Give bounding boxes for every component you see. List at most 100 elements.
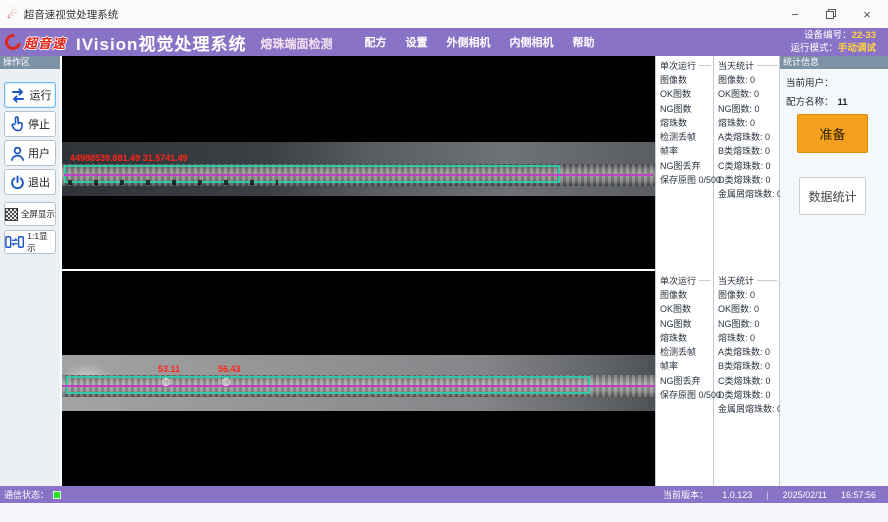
one-to-one-button[interactable]: 1:1显示 (4, 230, 56, 254)
stat-row: NG图数: 0 (714, 317, 779, 331)
stat-row: 熔珠数 (656, 116, 713, 130)
stat-row: 熔珠数 (656, 331, 713, 345)
status-bar: 通信状态： 当前版本： 1.0.123 | 2025/02/11 16:57:5… (0, 486, 888, 503)
stat-row: 金属屑熔珠数: 0 (714, 402, 779, 416)
stats-camera1-daily: 当天统计 图像数: 0 OK图数: 0 NG图数: 0 熔珠数: 0 A类熔珠数… (714, 56, 779, 268)
minimize-button[interactable]: − (784, 5, 806, 23)
stat-row: A类熔珠数: 0 (714, 130, 779, 144)
close-button[interactable]: × (856, 5, 878, 23)
camera2-defect-marker-1 (162, 378, 170, 386)
user-icon (10, 146, 25, 161)
stat-row: C类熔珠数: 0 (714, 159, 779, 173)
os-titlebar: ☄ 超音速视觉处理系统 − × (0, 0, 888, 28)
device-info: 设备编号：22-33 运行模式：手动调试 (790, 29, 888, 55)
stat-row: 图像数: 0 (714, 73, 779, 87)
one-to-one-button-label: 1:1显示 (27, 230, 55, 254)
status-date: 2025/02/11 (783, 490, 827, 500)
statistics-info-panel: 统计信息 当前用户： 配方名称：11 准备 数据统计 (780, 56, 888, 486)
menu-item-outer-camera[interactable]: 外侧相机 (446, 34, 490, 50)
menu-item-settings[interactable]: 设置 (405, 34, 427, 50)
stats-camera2-single-run: 单次运行 图像数 OK图数 NG图数 熔珠数 检测丢帧 帧率 NG图丢弃 保存原… (656, 271, 713, 486)
single-run-title: 单次运行 (656, 271, 713, 288)
stat-row: NG图丢弃 (656, 374, 713, 388)
window-controls: − × (784, 5, 888, 23)
current-user-row: 当前用户： (780, 75, 888, 89)
current-user-label: 当前用户： (786, 78, 834, 89)
stat-row: 保存原图 0/500 (656, 388, 713, 402)
run-button-label: 运行 (30, 87, 52, 103)
user-button[interactable]: 用户 (4, 140, 56, 166)
camera1-measurement-overlay: 44988539.881.49 31.5741.49 (70, 153, 188, 163)
stats-camera2-daily: 当天统计 图像数: 0 OK图数: 0 NG图数: 0 熔珠数: 0 A类熔珠数… (714, 271, 779, 486)
status-time: 16:57:56 (841, 490, 876, 500)
stat-row: C类熔珠数: 0 (714, 374, 779, 388)
stat-row: 熔珠数: 0 (714, 331, 779, 345)
run-button[interactable]: 运行 (4, 82, 56, 108)
comm-status-label: 通信状态： (4, 488, 49, 501)
stat-row: 保存原图 0/500 (656, 173, 713, 187)
recipe-name-row: 配方名称：11 (780, 94, 888, 108)
menu-item-help[interactable]: 帮助 (572, 34, 594, 50)
camera2-measurement-1: 53.11 (158, 364, 180, 374)
stat-row: 帧率 (656, 144, 713, 158)
camera2-defect-marker-2 (222, 378, 230, 386)
brand-swoosh-icon (2, 31, 24, 53)
stat-row: 图像数: 0 (714, 288, 779, 302)
window-title: 超音速视觉处理系统 (24, 7, 119, 22)
stat-row: NG图数: 0 (714, 102, 779, 116)
restore-icon (826, 9, 836, 19)
device-id-value: 22-33 (852, 30, 876, 41)
bottom-strip (0, 503, 888, 522)
app-title: IVision视觉处理系统 (76, 30, 246, 55)
main-menu: 配方 设置 外侧相机 内侧相机 帮助 (364, 34, 594, 50)
stat-row: D类熔珠数: 0 (714, 388, 779, 402)
restore-button[interactable] (820, 5, 842, 23)
stat-row: 金属屑熔珠数: 0 (714, 187, 779, 201)
stats-camera1-single-run: 单次运行 图像数 OK图数 NG图数 熔珠数 检测丢帧 帧率 NG图丢弃 保存原… (656, 56, 713, 268)
hand-stop-icon (10, 116, 25, 132)
camera2-centerline (62, 385, 655, 387)
stop-button[interactable]: 停止 (4, 111, 56, 137)
stat-row: 图像数 (656, 288, 713, 302)
camera1-bead-marks (68, 180, 278, 185)
version-value: 1.0.123 (722, 490, 752, 500)
version-label: 当前版本： (663, 488, 708, 501)
stat-row: B类熔珠数: 0 (714, 359, 779, 373)
prepare-button[interactable]: 准备 (797, 114, 868, 153)
data-statistics-button[interactable]: 数据统计 (799, 177, 866, 215)
app-icon: ☄ (7, 7, 18, 21)
stop-button-label: 停止 (28, 116, 50, 132)
comm-status-indicator (53, 491, 61, 499)
exit-button[interactable]: 退出 (4, 169, 56, 195)
sidebar-title: 操作区 (0, 56, 60, 69)
run-mode-value: 手动调试 (838, 43, 876, 54)
stat-row: 图像数 (656, 73, 713, 87)
app-header: 超音速 IVision视觉处理系统 熔珠端面检测 配方 设置 外侧相机 内侧相机… (0, 28, 888, 56)
app-window: ☄ 超音速视觉处理系统 − × 超音速 IVision视觉处理系统 熔珠端面检测… (0, 0, 888, 522)
stat-row: 熔珠数: 0 (714, 116, 779, 130)
app-subtitle: 熔珠端面检测 (260, 35, 332, 52)
run-cycle-icon (9, 88, 27, 103)
stat-row: OK图数: 0 (714, 302, 779, 316)
fullscreen-button[interactable]: 全屏显示 (4, 202, 56, 226)
stat-row: B类熔珠数: 0 (714, 144, 779, 158)
stat-row: 帧率 (656, 359, 713, 373)
status-bar-right: 当前版本： 1.0.123 | 2025/02/11 16:57:56 (663, 488, 888, 501)
stat-row: NG图数 (656, 102, 713, 116)
stat-row: OK图数: 0 (714, 87, 779, 101)
camera-view-1: 44988539.881.49 31.5741.49 (62, 56, 655, 269)
recipe-name-value: 11 (838, 97, 848, 108)
fullscreen-button-label: 全屏显示 (21, 208, 55, 220)
device-id-label: 设备编号： (804, 30, 852, 41)
sidebar-operations: 操作区 运行 停止 用户 退出 全屏显示 1:1显示 (0, 56, 60, 486)
stat-row: NG图丢弃 (656, 159, 713, 173)
daily-stats-title: 当天统计 (714, 56, 779, 73)
one-to-one-icon (5, 235, 24, 249)
single-run-title: 单次运行 (656, 56, 713, 73)
menu-item-recipe[interactable]: 配方 (364, 34, 386, 50)
camera1-centerline (64, 174, 653, 176)
daily-stats-title: 当天统计 (714, 271, 779, 288)
status-separator: | (766, 490, 768, 500)
stat-row: OK图数 (656, 302, 713, 316)
menu-item-inner-camera[interactable]: 内侧相机 (509, 34, 553, 50)
